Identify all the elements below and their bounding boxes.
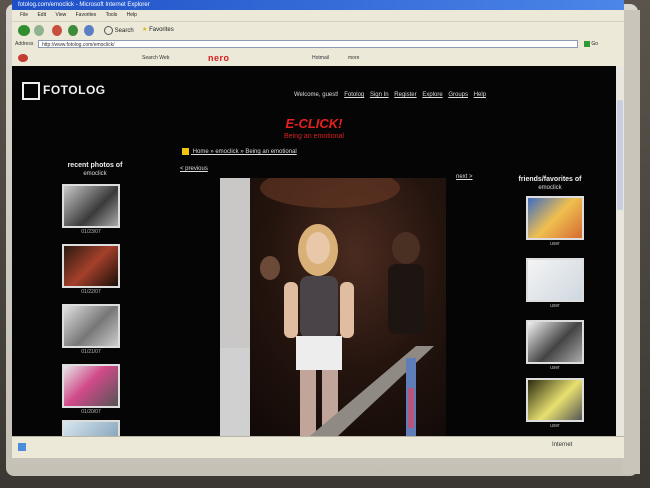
menu-favorites[interactable]: Favorites: [76, 12, 97, 18]
address-label: Address: [15, 41, 34, 47]
menu-file[interactable]: File: [20, 12, 28, 18]
main-photo-image: [220, 178, 434, 436]
hotmail-link[interactable]: Hotmail: [312, 50, 329, 66]
friend-name[interactable]: user: [526, 303, 584, 309]
home-icon[interactable]: [84, 25, 94, 36]
refresh-icon[interactable]: [68, 25, 78, 36]
address-bar: Address http://www.fotolog.com/emoclick/…: [12, 38, 624, 50]
recent-thumb-3[interactable]: [62, 304, 120, 348]
next-link[interactable]: next >: [456, 174, 473, 180]
recent-thumb-5[interactable]: [62, 420, 120, 436]
recent-thumb-2[interactable]: [62, 244, 120, 288]
camera-icon: [182, 148, 189, 155]
menu-view[interactable]: View: [55, 12, 66, 18]
address-input[interactable]: http://www.fotolog.com/emoclick/: [38, 40, 578, 48]
nav-link-fotolog[interactable]: Fotolog: [344, 92, 364, 98]
status-bar: Internet: [12, 436, 624, 458]
recent-photos-user[interactable]: emoclick: [52, 171, 138, 177]
star-icon: ★: [142, 27, 148, 33]
go-button[interactable]: Go: [584, 39, 606, 49]
search-button[interactable]: Search: [104, 26, 134, 35]
ie-page-icon: [18, 443, 26, 451]
forward-icon[interactable]: [34, 25, 44, 36]
breadcrumb-text: Home » emoclick » Being an emotional: [192, 149, 297, 156]
recent-thumb-date: 01/21/07: [81, 349, 101, 355]
window-titlebar: fotolog.com/emoclick - Microsoft Interne…: [12, 0, 624, 10]
nav-link-register[interactable]: Register: [394, 92, 416, 98]
search-web-link[interactable]: Search Web: [142, 50, 169, 66]
back-icon[interactable]: [18, 25, 30, 36]
links-toolbar: Search Web nero Hotmail more: [12, 50, 624, 67]
welcome-text: Welcome, guest!: [294, 92, 339, 98]
search-icon: [104, 26, 113, 35]
fotolog-logo-icon: [22, 82, 40, 100]
recent-photos-heading: recent photos of: [67, 162, 123, 169]
menu-bar: File Edit View Favorites Tools Help: [12, 10, 624, 21]
site-subtitle: Being an emotional: [284, 133, 344, 140]
recent-thumb-date: 01/23/07: [81, 229, 101, 235]
menu-help[interactable]: Help: [127, 12, 137, 18]
monitor-screen: fotolog.com/emoclick - Microsoft Interne…: [12, 0, 624, 458]
friend-thumb-2[interactable]: [526, 258, 584, 302]
recent-thumb-date: 01/22/07: [81, 289, 101, 295]
breadcrumb[interactable]: Home » emoclick » Being an emotional: [180, 148, 297, 155]
monitor-bezel-right: [622, 10, 640, 474]
window-title: fotolog.com/emoclick - Microsoft Interne…: [18, 2, 150, 8]
favorites-button-label: Favorites: [149, 27, 174, 33]
zone-status: Internet: [552, 442, 573, 448]
photo-of-monitor: fotolog.com/emoclick - Microsoft Interne…: [0, 0, 650, 488]
nav-link-sign-in[interactable]: Sign In: [370, 92, 389, 98]
fotolog-logo[interactable]: FOTOLOG: [22, 82, 106, 100]
previous-link[interactable]: < previous: [180, 166, 208, 172]
friends-heading: friends/favorites of: [518, 176, 582, 183]
recent-thumb-1[interactable]: [62, 184, 120, 228]
site-title: E-CLICK!: [285, 116, 343, 131]
go-arrow-icon: [584, 40, 590, 47]
main-photo[interactable]: [220, 178, 446, 436]
friend-name[interactable]: user: [526, 365, 584, 371]
favorites-button[interactable]: ★ Favorites: [142, 26, 174, 33]
friend-name[interactable]: user: [526, 423, 584, 429]
recent-thumb-date: 01/20/07: [81, 409, 101, 415]
nav-link-help[interactable]: Help: [474, 92, 486, 98]
friend-thumb-1[interactable]: [526, 196, 584, 240]
browser-toolbar: Search ★ Favorites: [12, 21, 624, 39]
fotolog-page: FOTOLOG Welcome, guest! Fotolog Sign In …: [12, 66, 616, 436]
nero-logo[interactable]: nero: [208, 53, 230, 63]
go-button-label: Go: [591, 41, 599, 47]
friend-thumb-4[interactable]: [526, 378, 584, 422]
more-link[interactable]: more: [348, 50, 359, 66]
recent-thumb-4[interactable]: [62, 364, 120, 408]
scrollbar-thumb[interactable]: [617, 100, 623, 210]
nav-link-explore[interactable]: Explore: [422, 92, 442, 98]
top-navigation: Welcome, guest! Fotolog Sign In Register…: [294, 92, 490, 98]
msn-icon[interactable]: [18, 54, 28, 62]
friend-thumb-3[interactable]: [526, 320, 584, 364]
menu-edit[interactable]: Edit: [37, 12, 46, 18]
nav-link-groups[interactable]: Groups: [448, 92, 468, 98]
stop-icon[interactable]: [52, 25, 62, 36]
menu-tools[interactable]: Tools: [106, 12, 118, 18]
friend-name[interactable]: user: [526, 241, 584, 247]
search-button-label: Search: [114, 28, 134, 35]
fotolog-logo-text: FOTOLOG: [43, 83, 106, 98]
friends-user[interactable]: emoclick: [502, 185, 598, 191]
